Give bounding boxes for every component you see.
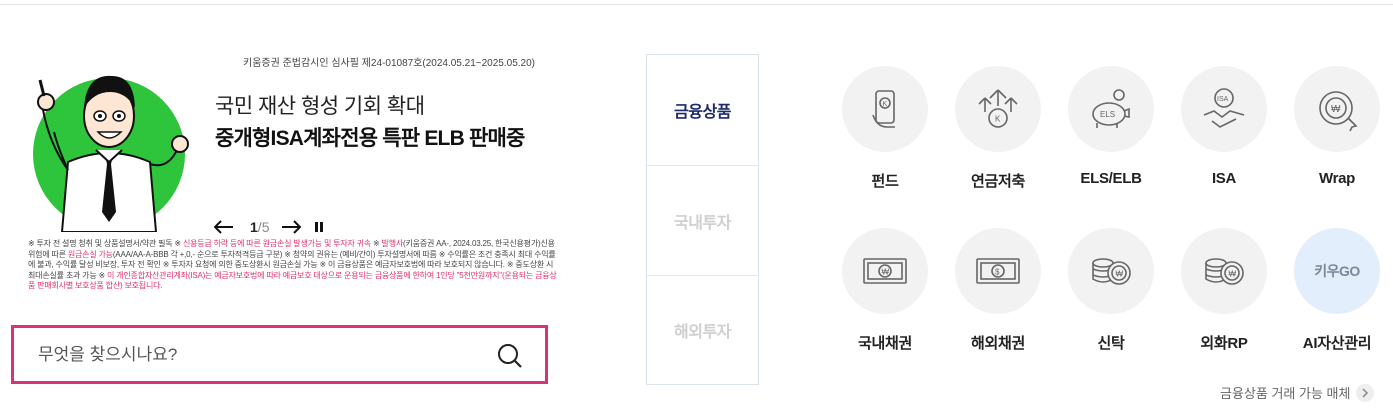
tab-domestic-investment[interactable]: 국내투자 — [647, 165, 758, 275]
coin-stack-icon: ₩ — [1068, 228, 1154, 314]
tab-overseas-investment[interactable]: 해외투자 — [647, 275, 758, 384]
media-link-label: 금융상품 거래 가능 매체 — [1220, 386, 1351, 401]
disclaimer-highlight: 원금손실 가능 — [67, 249, 113, 259]
pager-current: 1 — [250, 219, 258, 235]
svg-text:$: $ — [995, 268, 1000, 277]
product-label: AI자산관리 — [1302, 335, 1372, 352]
svg-text:ELS: ELS — [1100, 110, 1115, 119]
category-tabs: 금융상품 국내투자 해외투자 — [646, 54, 759, 385]
svg-text:₩: ₩ — [1229, 270, 1237, 279]
search-box — [11, 325, 548, 384]
prev-arrow-icon[interactable] — [212, 217, 236, 237]
coin-stack-icon: ₩ — [1181, 228, 1267, 314]
kiwoo-go-logo-text: 키우GO — [1314, 263, 1360, 279]
product-fund[interactable]: K 펀드 — [830, 66, 940, 191]
pager-total: 5 — [261, 219, 270, 235]
svg-text:₩: ₩ — [1331, 104, 1341, 115]
svg-text:K: K — [883, 101, 888, 108]
promo-character-illustration — [33, 75, 189, 232]
disclaimer-highlight: 이 개인종합자산관리계좌(ISA)는 예금자보호법에 따라 예금보호 대상으로 … — [28, 270, 557, 291]
search-input[interactable] — [38, 342, 478, 368]
disclaimer-highlight: 발행사 — [381, 239, 404, 248]
svg-text:₩: ₩ — [1116, 270, 1124, 279]
wrap-coin-icon: ₩ — [1294, 66, 1380, 152]
isa-handshake-icon: ISA — [1181, 66, 1267, 152]
product-ai-asset-management[interactable]: 키우GO AI자산관리 — [1282, 228, 1392, 353]
piggy-bank-icon: ELS — [1068, 66, 1154, 152]
fund-phone-icon: K — [842, 66, 928, 152]
approval-notice: 키움증권 준법감시인 심사필 제24-01087호(2024.05.21~202… — [243, 58, 535, 69]
pause-icon[interactable] — [307, 217, 331, 237]
kiwoo-go-logo: 키우GO — [1294, 228, 1380, 314]
product-label: ELS/ELB — [1080, 170, 1142, 187]
banner-title-line2[interactable]: 중개형ISA계좌전용 특판 ELB 판매중 — [215, 122, 525, 152]
next-arrow-icon[interactable] — [279, 217, 303, 237]
top-divider — [0, 4, 1393, 5]
product-label: 연금저축 — [970, 173, 1025, 190]
product-label: 해외채권 — [970, 335, 1025, 352]
svg-text:₩: ₩ — [882, 268, 890, 277]
svg-text:ISA: ISA — [1217, 96, 1229, 103]
disclaimer-text: ※ 투자 전 설명 청취 및 상품설명서/약관 필독 ※ — [28, 239, 183, 248]
banner-title-line1: 국민 재산 형성 기회 확대 — [215, 95, 425, 118]
chevron-right-icon — [1356, 383, 1375, 402]
product-label: 국내채권 — [857, 335, 912, 352]
product-overseas-bond[interactable]: $ 해외채권 — [943, 228, 1053, 353]
product-wrap[interactable]: ₩ Wrap — [1282, 66, 1392, 187]
product-label: 신탁 — [1097, 335, 1125, 352]
product-pension-savings[interactable]: K 연금저축 — [943, 66, 1053, 191]
product-domestic-bond[interactable]: ₩ 국내채권 — [830, 228, 940, 353]
product-label: 외화RP — [1200, 335, 1248, 352]
product-trust[interactable]: ₩ 신탁 — [1056, 228, 1166, 353]
product-els-elb[interactable]: ELS ELS/ELB — [1056, 66, 1166, 187]
search-icon[interactable] — [497, 343, 523, 369]
product-label: 펀드 — [871, 173, 899, 190]
tab-financial-products[interactable]: 금융상품 — [647, 55, 758, 165]
product-isa[interactable]: ISA ISA — [1169, 66, 1279, 187]
banner-pager: 1 / 5 — [212, 216, 331, 238]
won-banknote-icon: ₩ — [842, 228, 928, 314]
product-label: Wrap — [1318, 170, 1356, 187]
dollar-banknote-icon: $ — [955, 228, 1041, 314]
available-media-link[interactable]: 금융상품 거래 가능 매체 — [1220, 383, 1375, 402]
product-foreign-rp[interactable]: ₩ 외화RP — [1169, 228, 1279, 353]
investment-disclaimer: ※ 투자 전 설명 청취 및 상품설명서/약관 필독 ※ 신용등급 하락 등에 … — [28, 239, 558, 292]
disclaimer-text: ※ — [370, 239, 382, 248]
disclaimer-highlight: 신용등급 하락 등에 따른 원금손실 발생가능 및 투자자 귀속 — [182, 239, 371, 248]
product-label: ISA — [1211, 170, 1237, 187]
svg-text:K: K — [995, 115, 1001, 124]
pension-growth-icon: K — [955, 66, 1041, 152]
